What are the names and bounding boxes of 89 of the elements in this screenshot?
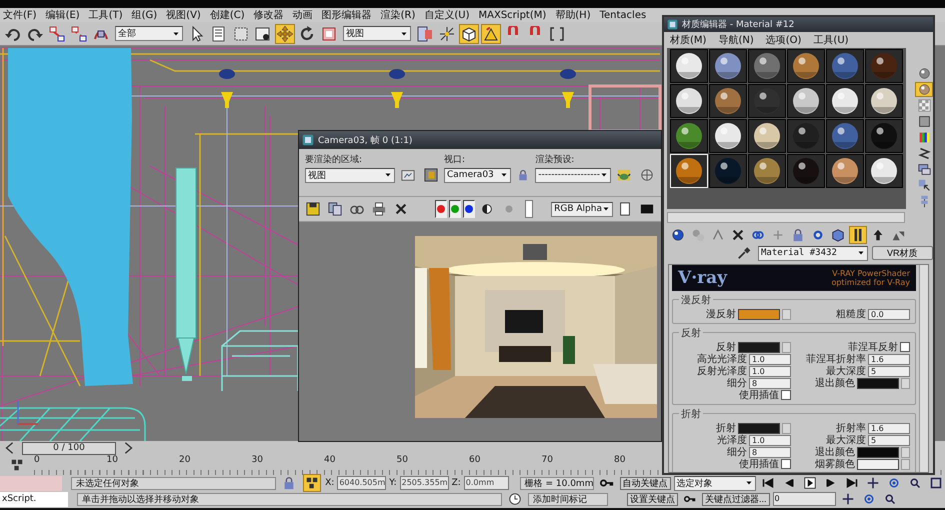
menu-item[interactable]: 材质(M) (670, 33, 706, 47)
banner-text: V-RAY PowerShader (832, 269, 910, 278)
preset-dropdown[interactable]: ------------------- (535, 168, 611, 182)
menu-item[interactable]: MAXScript(M) (478, 10, 546, 20)
menu-item[interactable]: Tentacles (600, 10, 646, 20)
coordinate-field[interactable]: 6040.505m (337, 476, 386, 490)
coordinate-field[interactable]: 0.0mm (464, 476, 509, 490)
coordinate-label: Z: (452, 478, 461, 488)
menu-item[interactable]: 动画 (292, 8, 313, 22)
coordinate-label: Y: (389, 478, 397, 488)
grid-size: 栅格 = 10.0mm (520, 476, 594, 490)
field-label: 要渲染的区域: (305, 154, 364, 166)
tick-label: 20 (179, 455, 192, 467)
spinner-field[interactable]: 0.0 (868, 308, 910, 320)
parameter-label: 退出颜色 (815, 376, 855, 390)
spinner-field[interactable]: 8 (749, 446, 791, 458)
parameter-label: 烟雾颜色 (815, 458, 855, 471)
tick-label: 0 (34, 455, 41, 467)
parameter-label: 折射率 (836, 422, 866, 434)
tick-label: 40 (324, 455, 336, 467)
spinner-field[interactable]: 1.0 (749, 434, 791, 446)
group-title: 反射 (679, 326, 703, 340)
time-tag-field[interactable]: 添加时间标记 (528, 492, 608, 506)
parameter-label: 菲涅耳反射 (848, 340, 898, 354)
menu-item[interactable]: 修改器 (254, 8, 284, 22)
field-label: 渲染预设: (535, 154, 576, 166)
menu-item[interactable]: 编辑(E) (46, 8, 80, 22)
parameter-label: 粗糙度 (836, 308, 866, 321)
frame-counter[interactable]: 0 / 100 (22, 442, 116, 454)
tick-label: 70 (542, 455, 554, 467)
menu-item[interactable]: 组(G) (132, 8, 158, 22)
menu-item[interactable]: 文件(F) (3, 8, 37, 22)
spinner-field[interactable]: 1.6 (868, 354, 910, 364)
parameter-label: 光泽度 (717, 434, 747, 447)
toolbar-dropdown[interactable]: 全部 (115, 26, 183, 41)
spinner-field[interactable]: 1.0 (749, 366, 791, 376)
parameter-label: 使用插值 (739, 389, 779, 402)
coordinate-label: X: (325, 478, 334, 488)
banner-text: optimized for V-Ray (831, 278, 910, 287)
menu-item[interactable]: 视图(V) (166, 8, 201, 22)
coordinate-field[interactable]: 2505.355m (400, 476, 449, 490)
parameter-label: 折射 (716, 422, 736, 434)
window-title: 材质编辑器 - Material #12 (682, 18, 794, 31)
parameter-label: 使用插值 (739, 458, 779, 471)
spinner-field[interactable]: 1.0 (749, 354, 791, 364)
toolbar-dropdown[interactable]: 视图 (343, 26, 411, 41)
spinner-field[interactable]: 1.6 (868, 422, 910, 434)
spinner-field[interactable]: 5 (868, 434, 910, 446)
vray-logo: V·ray (678, 268, 727, 288)
frame-field[interactable]: 0 (772, 492, 836, 506)
tick-label: 50 (396, 455, 409, 467)
parameter-label: 最大深度 (826, 434, 866, 446)
field-label: 视口: (444, 154, 466, 166)
group-title: 折射 (679, 407, 703, 421)
parameter-label: 菲涅耳折射率 (806, 352, 866, 366)
auto-key-button[interactable]: 自动关键点 (620, 476, 671, 490)
menu-item[interactable]: 自定义(U) (424, 8, 470, 22)
parameter-label: 反射 (716, 340, 736, 354)
key-filters-button[interactable]: 关键点过滤器... (702, 492, 770, 506)
spinner-field[interactable]: 8 (749, 378, 791, 388)
menu-item[interactable]: 创建(C) (210, 8, 245, 22)
menu-item[interactable]: 导航(N) (718, 33, 754, 47)
menu-item[interactable]: 选项(O) (766, 33, 802, 47)
window-title: Camera03, 帧 0 (1:1) (318, 134, 412, 146)
viewport-dropdown[interactable]: Camera03 (444, 168, 512, 182)
menu-item[interactable]: 帮助(H) (555, 8, 591, 22)
status-hint: 单击并拖动以选择并移动对象 (77, 492, 502, 506)
script-listener[interactable]: xScript. (0, 492, 68, 506)
area-dropdown[interactable]: 视图 (305, 168, 395, 182)
tick-label: 60 (469, 455, 482, 467)
parameter-label: 最大深度 (826, 364, 866, 378)
spinner-field[interactable]: 5 (868, 366, 910, 376)
set-key-button[interactable]: 设置关键点 (627, 492, 678, 506)
menu-item[interactable]: 工具(T) (88, 8, 123, 22)
material-name-dropdown[interactable]: Material #3432 (758, 246, 868, 260)
channel-dropdown[interactable]: RGB Alpha (551, 202, 613, 216)
parameter-label: 漫反射 (706, 308, 736, 321)
parameter-label: 反射光泽度 (697, 364, 747, 378)
parameter-label: 高光光泽度 (697, 352, 747, 366)
menu-item[interactable]: 渲染(R) (380, 8, 416, 22)
menu-item[interactable]: 图形编辑器 (322, 8, 372, 22)
menu-item[interactable]: 工具(U) (813, 33, 849, 47)
tick-label: 80 (614, 455, 626, 467)
tick-label: 30 (252, 455, 264, 467)
tick-label: 10 (106, 455, 119, 467)
parameter-label: 细分 (727, 377, 747, 390)
key-mode-dropdown[interactable]: 选定对象 (674, 476, 756, 490)
material-type-button[interactable]: VR材质 (872, 246, 933, 260)
group-title: 漫反射 (679, 293, 713, 307)
